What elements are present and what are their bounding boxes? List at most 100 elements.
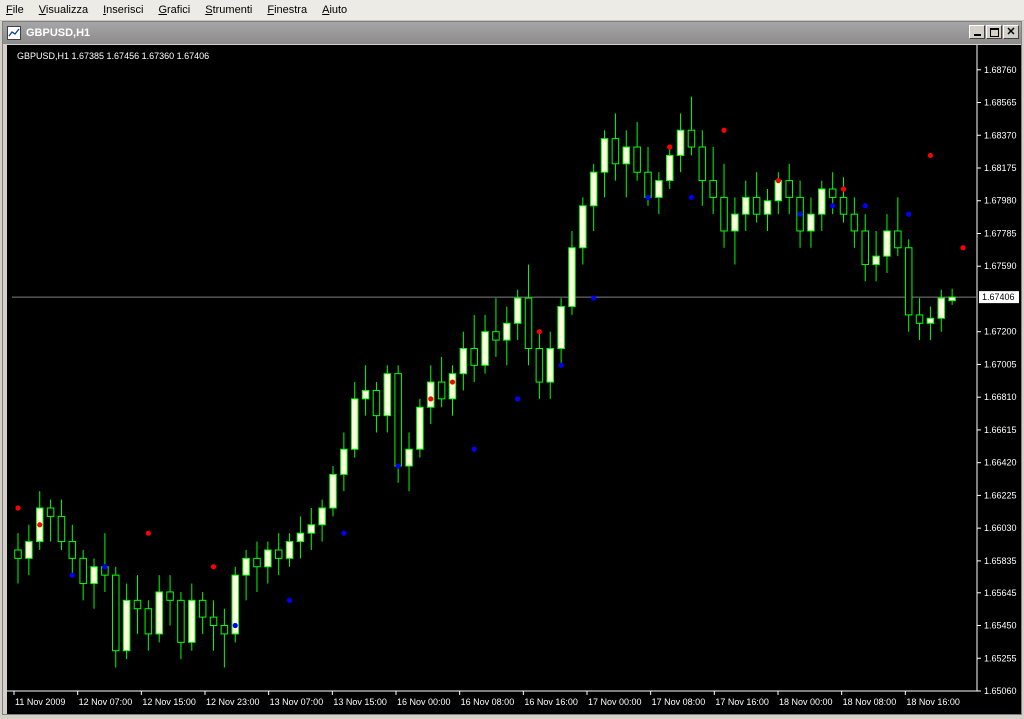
candlestick-chart[interactable]: GBPUSD,H1 1.67385 1.67456 1.67360 1.6740… — [7, 45, 1021, 714]
sar-dot — [667, 144, 673, 150]
candle-body — [14, 549, 22, 559]
candle-body — [785, 180, 793, 198]
candle-body — [242, 557, 250, 576]
candle-body — [904, 247, 913, 316]
candle-body — [579, 205, 587, 249]
candle-body — [687, 129, 696, 148]
candle-body — [405, 448, 413, 467]
candle-body — [459, 347, 468, 375]
sar-dot — [232, 622, 238, 629]
sar-dot — [471, 446, 477, 452]
candle-body — [883, 230, 891, 257]
price-tick-label: 1.66615 — [984, 425, 1017, 435]
candle-body — [633, 146, 641, 173]
menu-item-3[interactable]: Grafici — [152, 0, 199, 20]
candle-body — [655, 180, 663, 198]
candle-body — [839, 196, 848, 215]
menu-item-4[interactable]: Strumenti — [199, 0, 261, 20]
price-tick-label: 1.66810 — [984, 392, 1017, 402]
candle-body — [416, 406, 424, 450]
sar-dot — [536, 329, 542, 335]
sar-dot — [906, 211, 912, 217]
menu-item-5[interactable]: Finestra — [261, 0, 316, 20]
menu-item-6[interactable]: Aiuto — [316, 0, 356, 20]
time-tick-label: 13 Nov 07:00 — [270, 697, 324, 707]
candle-body — [600, 138, 609, 173]
candle-body — [198, 599, 207, 618]
menu-item-0[interactable]: File — [0, 0, 33, 20]
candle-body — [513, 297, 522, 324]
candle-body — [46, 507, 55, 517]
price-tick-label: 1.68370 — [984, 130, 1017, 140]
candle-body — [850, 213, 859, 232]
candle-body — [209, 616, 218, 627]
price-tick-label: 1.65060 — [984, 686, 1017, 696]
candle-body — [361, 389, 370, 400]
price-tick-label: 1.68760 — [984, 65, 1017, 75]
sar-dot — [69, 572, 75, 578]
candle-body — [394, 373, 402, 467]
candle-body — [818, 188, 826, 215]
candle-body — [546, 347, 555, 383]
candle-body — [676, 129, 685, 156]
menu-item-1[interactable]: Visualizza — [33, 0, 97, 20]
menu-item-key: F — [6, 4, 13, 16]
candle-body — [253, 557, 261, 568]
chart-window-icon — [7, 26, 21, 40]
candle-body — [264, 549, 272, 568]
time-tick-label: 18 Nov 08:00 — [843, 697, 897, 707]
sar-dot — [428, 396, 434, 402]
restore-button[interactable] — [986, 25, 1002, 39]
candle-body — [112, 574, 120, 652]
sar-dot — [395, 463, 401, 469]
sar-dot — [862, 203, 868, 209]
candle-body — [350, 398, 359, 450]
sar-dot — [37, 522, 43, 528]
candle-body — [568, 247, 576, 308]
candle-body — [948, 296, 956, 302]
sar-dot — [960, 245, 966, 251]
sar-dot — [102, 564, 108, 570]
close-icon: ✕ — [1006, 26, 1016, 38]
window-title: GBPUSD,H1 — [26, 27, 91, 39]
price-tick-label: 1.66420 — [984, 458, 1017, 468]
price-tick-label: 1.66225 — [984, 490, 1017, 500]
sar-dot — [840, 186, 847, 192]
candle-body — [383, 373, 392, 417]
candle-body — [742, 196, 750, 215]
candle-body — [274, 549, 283, 559]
candle-body — [861, 230, 870, 266]
window-titlebar[interactable]: GBPUSD,H1 ✕ — [3, 22, 1021, 44]
candle-body — [557, 306, 565, 349]
minimize-button[interactable] — [969, 25, 985, 39]
candle-body — [731, 213, 739, 232]
sar-dot — [558, 362, 564, 368]
menu-item-label: inestra — [274, 4, 308, 16]
candle-body — [611, 138, 620, 165]
candle-body — [709, 180, 717, 198]
candle-body — [307, 524, 316, 534]
menu-item-2[interactable]: Inserisci — [97, 0, 152, 20]
menu-item-label: iuto — [329, 4, 348, 16]
close-button[interactable]: ✕ — [1003, 25, 1019, 39]
candle-body — [90, 566, 98, 585]
minimize-icon — [973, 34, 981, 36]
candle-body — [122, 599, 131, 652]
candle-body — [503, 322, 511, 341]
candle-body — [524, 297, 533, 349]
time-tick-label: 12 Nov 15:00 — [142, 697, 196, 707]
price-tick-label: 1.67980 — [984, 196, 1017, 206]
time-tick-label: 16 Nov 16:00 — [524, 697, 578, 707]
candle-body — [492, 331, 500, 341]
price-tick-label: 1.66030 — [984, 523, 1017, 533]
price-chart[interactable]: GBPUSD,H1 1.67385 1.67456 1.67360 1.6740… — [7, 45, 1021, 714]
chart-window: GBPUSD,H1 ✕ GBPUSD,H1 1.67385 1.67456 1.… — [2, 21, 1022, 715]
candle-body — [220, 625, 229, 635]
price-tick-label: 1.65450 — [984, 621, 1017, 631]
sar-dot — [591, 295, 597, 301]
candle-body — [57, 515, 66, 543]
candle-body — [155, 591, 163, 635]
candle-body — [665, 154, 674, 182]
candle-body — [448, 373, 457, 400]
sar-dot — [515, 396, 521, 402]
